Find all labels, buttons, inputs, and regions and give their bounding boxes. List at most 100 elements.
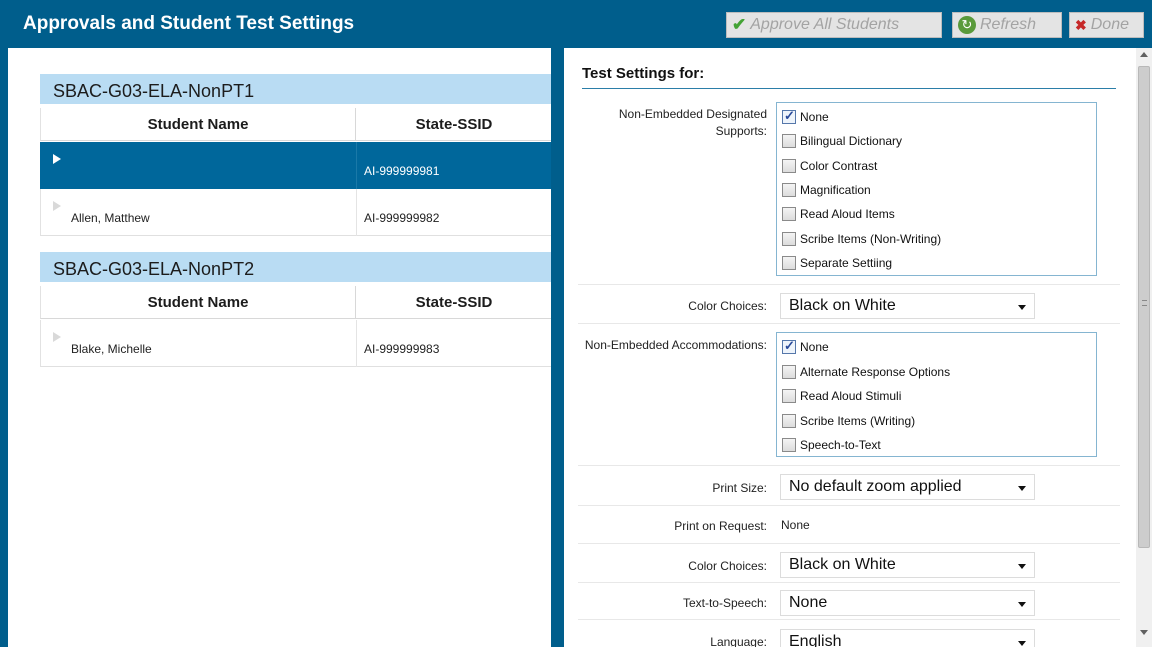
scroll-thumb[interactable] [1138, 66, 1150, 548]
scroll-up-icon[interactable] [1140, 52, 1148, 57]
checkbox-option[interactable]: None [782, 108, 829, 124]
checkbox[interactable] [782, 232, 796, 246]
print-size-label: Print Size: [712, 481, 767, 495]
text-to-speech-select[interactable]: None [780, 590, 1035, 616]
color-choices-label: Color Choices: [688, 299, 767, 313]
checkbox[interactable] [782, 438, 796, 452]
scroll-down-icon[interactable] [1140, 630, 1148, 635]
print-on-request-value: None [781, 518, 810, 532]
refresh-icon: ↻ [958, 16, 976, 34]
checkbox-option[interactable]: Speech-to-Text [782, 438, 881, 452]
checkbox-option[interactable]: Bilingual Dictionary [782, 134, 902, 148]
student-row[interactable]: AI-999999981 [40, 142, 551, 189]
checkbox-label: Alternate Response Options [800, 365, 951, 379]
print-on-request-label: Print on Request: [674, 519, 767, 533]
checkbox-option[interactable]: Alternate Response Options [782, 365, 950, 379]
divider [578, 619, 1120, 620]
expand-arrow-icon[interactable] [53, 332, 61, 342]
color-choices-label: Color Choices: [688, 559, 767, 573]
checkbox[interactable] [782, 134, 796, 148]
checkbox[interactable] [782, 108, 796, 124]
column-divider [356, 189, 357, 236]
checkbox-option[interactable]: Scribe Items (Non-Writing) [782, 232, 941, 246]
dialog-title: Approvals and Student Test Settings [23, 13, 355, 34]
text-to-speech-label: Text-to-Speech: [682, 596, 767, 610]
student-name: Blake, Michelle [71, 342, 152, 356]
checkbox-option[interactable]: Separate Settiing [782, 256, 892, 270]
title-bar: Approvals and Student Test Settings ✔ Ap… [0, 0, 1152, 48]
student-row[interactable]: Allen, Matthew AI-999999982 [40, 189, 551, 236]
divider [578, 582, 1120, 583]
checkbox[interactable] [782, 207, 796, 221]
print-size-select[interactable]: No default zoom applied [780, 474, 1035, 500]
checkbox-option[interactable]: Magnification [782, 183, 871, 197]
color-choices-select[interactable]: Black on White [780, 552, 1035, 578]
divider [578, 284, 1120, 285]
expand-arrow-icon[interactable] [53, 201, 61, 211]
checkbox-option[interactable]: Read Aloud Items [782, 207, 895, 221]
checkbox-option[interactable]: Read Aloud Stimuli [782, 389, 901, 403]
approve-all-label: Approve All Students [750, 16, 900, 33]
checkbox[interactable] [782, 256, 796, 270]
column-state-ssid[interactable]: State-SSID [356, 108, 552, 141]
student-name: Allen, Matthew [71, 211, 150, 225]
checkbox-label: Separate Settiing [800, 256, 893, 270]
print-size-value: No default zoom applied [789, 478, 962, 495]
column-student-name[interactable]: Student Name [41, 286, 356, 319]
done-label: Done [1090, 16, 1129, 33]
student-row[interactable]: Blake, Michelle AI-999999983 [40, 320, 551, 367]
vertical-scrollbar[interactable] [1136, 48, 1152, 647]
checkbox-label: Scribe Items (Writing) [800, 414, 916, 428]
language-value: English [789, 633, 842, 647]
student-ssid: AI-999999982 [364, 211, 440, 225]
divider [578, 505, 1120, 506]
checkbox-label: None [800, 110, 829, 124]
refresh-label: Refresh [980, 16, 1037, 33]
checkbox-label: Bilingual Dictionary [800, 134, 903, 148]
text-to-speech-value: None [789, 594, 828, 611]
color-choices-value: Black on White [789, 297, 896, 314]
checkbox[interactable] [782, 159, 796, 173]
dropdown-arrow-icon [1018, 602, 1026, 607]
checkbox-option[interactable]: Color Contrast [782, 159, 877, 173]
panel-divider [551, 48, 564, 647]
column-divider [356, 320, 357, 367]
accommodations-list: None Alternate Response Options Read Alo… [776, 332, 1097, 457]
grip-icon [1142, 300, 1147, 306]
refresh-button[interactable]: ↻ Refresh [952, 12, 1062, 38]
grid-header: Student Name State-SSID [40, 108, 551, 141]
checkbox-option[interactable]: Scribe Items (Writing) [782, 414, 915, 428]
checkbox[interactable] [782, 183, 796, 197]
frame-left-edge [0, 48, 8, 647]
checkbox-label: Magnification [800, 183, 871, 197]
checkbox-label: Read Aloud Stimuli [800, 389, 902, 403]
divider [578, 465, 1120, 466]
close-icon: ✖ [1075, 16, 1087, 33]
dropdown-arrow-icon [1018, 305, 1026, 310]
language-select[interactable]: English [780, 629, 1035, 647]
language-label: Language: [710, 635, 767, 647]
checkbox-option[interactable]: None [782, 338, 829, 354]
checkbox[interactable] [782, 414, 796, 428]
designated-supports-list: None Bilingual Dictionary Color Contrast… [776, 102, 1097, 276]
dropdown-arrow-icon [1018, 564, 1026, 569]
accommodations-label: Non-Embedded Accommodations: [584, 338, 767, 352]
approve-all-button[interactable]: ✔ Approve All Students [726, 12, 942, 38]
expand-arrow-icon[interactable] [53, 154, 61, 164]
checkbox[interactable] [782, 389, 796, 403]
checkbox-label: Color Contrast [800, 159, 878, 173]
checkbox-label: Scribe Items (Non-Writing) [800, 232, 942, 246]
column-student-name[interactable]: Student Name [41, 108, 356, 141]
divider [578, 323, 1120, 324]
settings-title: Test Settings for: [582, 65, 705, 82]
checkbox[interactable] [782, 338, 796, 354]
student-ssid: AI-999999981 [364, 164, 440, 178]
dropdown-arrow-icon [1018, 486, 1026, 491]
done-button[interactable]: ✖ Done [1069, 12, 1144, 38]
student-ssid: AI-999999983 [364, 342, 440, 356]
checkbox[interactable] [782, 365, 796, 379]
column-state-ssid[interactable]: State-SSID [356, 286, 552, 319]
dropdown-arrow-icon [1018, 641, 1026, 646]
color-choices-select[interactable]: Black on White [780, 293, 1035, 319]
checkbox-label: Read Aloud Items [800, 207, 895, 221]
